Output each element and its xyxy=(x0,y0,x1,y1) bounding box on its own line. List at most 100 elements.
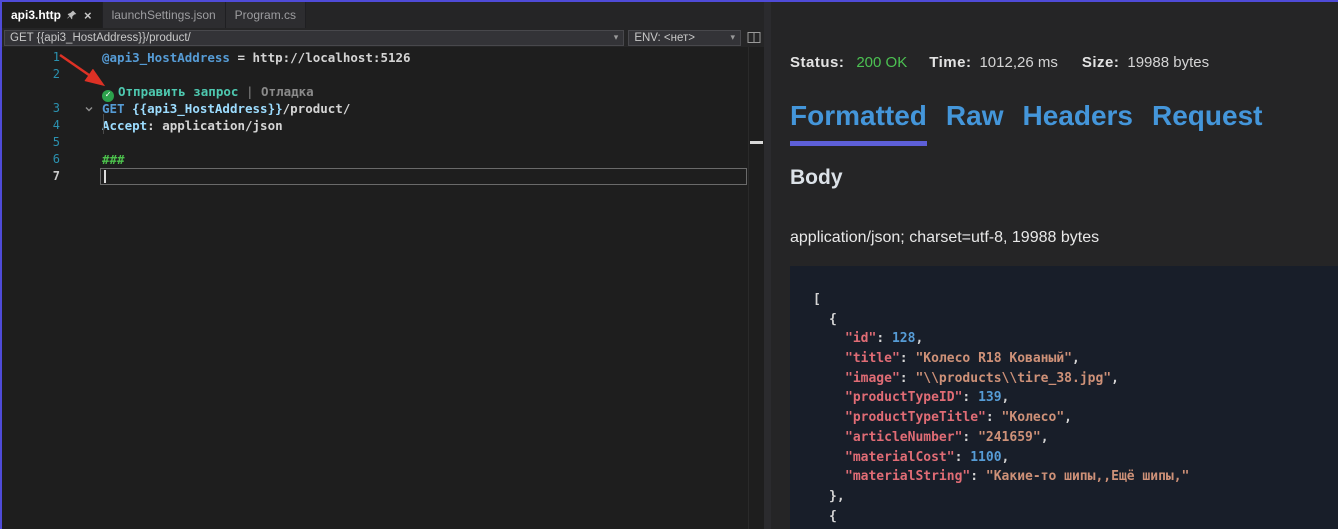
json-token: , xyxy=(915,331,923,346)
line-number: 2 xyxy=(2,66,60,83)
editor-line[interactable]: 1 @api3_HostAddress = http://localhost:51… xyxy=(2,49,748,66)
doc-tab-launchsettings-json[interactable]: launchSettings.json xyxy=(103,2,226,28)
json-token: , xyxy=(1064,410,1072,425)
json-token: { xyxy=(829,509,837,524)
editor-line[interactable]: 6 ### xyxy=(2,151,748,168)
pin-icon[interactable] xyxy=(67,10,77,20)
fold-gutter xyxy=(60,117,102,134)
code-token: = xyxy=(230,50,253,65)
response-tab-raw[interactable]: Raw xyxy=(946,100,1004,146)
close-icon[interactable]: × xyxy=(83,9,93,22)
fold-gutter xyxy=(60,66,102,83)
json-token: , xyxy=(1041,430,1049,445)
line-content: GET {{api3_HostAddress}}/product/ xyxy=(102,100,748,117)
json-line: "productTypeTitle": "Колесо", xyxy=(813,408,1338,428)
json-line: "image": "\\products\\tire_38.jpg", xyxy=(813,369,1338,389)
fold-gutter xyxy=(60,49,102,66)
request-selector[interactable]: GET {{api3_HostAddress}}/product/ ▾ xyxy=(4,30,624,46)
json-token: 1100 xyxy=(970,450,1001,465)
response-status-row: Status:200 OKTime:1012,26 msSize:19988 b… xyxy=(790,54,1209,71)
time-value: 1012,26 ms xyxy=(979,54,1057,71)
line-content: ✓Отправить запрос | Отладка xyxy=(102,83,748,100)
pane-splitter[interactable] xyxy=(764,2,771,529)
code-token: /product/ xyxy=(283,101,351,116)
json-token: "241659" xyxy=(978,430,1041,445)
line-number: 3 xyxy=(2,100,60,117)
code-token: GET xyxy=(102,101,132,116)
json-token: "materialCost" xyxy=(845,450,955,465)
json-token: : xyxy=(986,410,1002,425)
json-line: [ xyxy=(813,290,1338,310)
json-token: : xyxy=(900,351,916,366)
window-accent-border-top xyxy=(0,0,1338,2)
codelens-debug-link[interactable]: Отладка xyxy=(261,84,314,99)
response-view-tabs: Formatted Raw Headers Request xyxy=(790,100,1262,146)
json-token: { xyxy=(829,312,837,327)
editor-pane: api3.http×launchSettings.jsonProgram.cs … xyxy=(2,2,764,529)
json-token: : xyxy=(970,469,986,484)
json-token: 128 xyxy=(892,331,915,346)
editor-line[interactable]: 7 xyxy=(2,168,748,185)
response-tab-formatted[interactable]: Formatted xyxy=(790,100,927,146)
chevron-down-icon: ▾ xyxy=(727,32,736,43)
doc-tab-program-cs[interactable]: Program.cs xyxy=(226,2,306,28)
code-token: {{api3_HostAddress}} xyxy=(132,101,283,116)
response-tab-headers[interactable]: Headers xyxy=(1022,100,1133,146)
json-token: : xyxy=(955,450,971,465)
window-accent-border-left xyxy=(0,0,2,529)
editor-line[interactable]: 2 xyxy=(2,66,748,83)
editor-line[interactable]: 5 xyxy=(2,134,748,151)
code-token: @api3_HostAddress xyxy=(102,50,230,65)
json-token: , xyxy=(1002,390,1010,405)
scrollbar-marker xyxy=(750,141,763,144)
json-token: : xyxy=(962,390,978,405)
code-token: http://localhost:5126 xyxy=(253,50,411,65)
environment-selector[interactable]: ENV: <нет> ▾ xyxy=(628,30,741,46)
json-line: "id": 128, xyxy=(813,329,1338,349)
size-value: 19988 bytes xyxy=(1127,54,1209,71)
chevron-down-icon: ▾ xyxy=(610,32,619,43)
line-number: 5 xyxy=(2,134,60,151)
json-token: "id" xyxy=(845,331,876,346)
fold-gutter xyxy=(60,134,102,151)
fold-scope-guide xyxy=(103,114,104,134)
json-line: }, xyxy=(813,487,1338,507)
json-token: , xyxy=(1111,371,1119,386)
document-tabbar: api3.http× launchSettings.json Program.cs xyxy=(2,2,764,28)
doc-tab-api3-http[interactable]: api3.http× xyxy=(2,2,103,28)
response-body-json[interactable]: [{"id": 128,"title": "Колесо R18 Кованый… xyxy=(790,266,1338,529)
json-token: "Какие-то шипы,,Ещё шипы," xyxy=(986,469,1190,484)
doc-tab-label: launchSettings.json xyxy=(112,8,216,22)
json-token: : xyxy=(900,371,916,386)
json-token: }, xyxy=(829,489,845,504)
status-label: Status: xyxy=(790,54,844,71)
json-token: "productTypeID" xyxy=(845,390,962,405)
json-line: { xyxy=(813,507,1338,527)
editor-vertical-scrollbar[interactable] xyxy=(748,47,764,529)
json-token: "\\products\\tire_38.jpg" xyxy=(915,371,1111,386)
json-token: "materialString" xyxy=(845,469,970,484)
request-selector-value: GET {{api3_HostAddress}}/product/ xyxy=(10,32,191,44)
split-editor-icon[interactable] xyxy=(745,30,762,46)
content-type-meta: application/json; charset=utf-8, 19988 b… xyxy=(790,229,1099,247)
line-content xyxy=(102,134,748,151)
body-heading: Body xyxy=(790,166,843,190)
doc-tab-label: Program.cs xyxy=(235,8,296,22)
codelens-row[interactable]: ✓Отправить запрос | Отладка xyxy=(2,83,748,100)
response-tab-request[interactable]: Request xyxy=(1152,100,1262,146)
line-content xyxy=(102,66,748,83)
http-request-toolbar: GET {{api3_HostAddress}}/product/ ▾ ENV:… xyxy=(2,28,764,47)
response-pane: Status:200 OKTime:1012,26 msSize:19988 b… xyxy=(771,2,1338,529)
json-line: "title": "Колесо R18 Кованый", xyxy=(813,349,1338,369)
editor-line[interactable]: 4Accept: application/json xyxy=(2,117,748,134)
fold-gutter xyxy=(60,168,102,185)
codelens-send-request-link[interactable]: Отправить запрос xyxy=(118,84,238,99)
line-number: 1 xyxy=(2,49,60,66)
json-token: "image" xyxy=(845,371,900,386)
fold-chevron-icon[interactable] xyxy=(60,100,102,117)
line-number: 6 xyxy=(2,151,60,168)
code-token: ### xyxy=(102,152,125,167)
editor-code-area[interactable]: 1 @api3_HostAddress = http://localhost:51… xyxy=(2,49,748,529)
editor-line[interactable]: 3 GET {{api3_HostAddress}}/product/ xyxy=(2,100,748,117)
json-token: : xyxy=(876,331,892,346)
